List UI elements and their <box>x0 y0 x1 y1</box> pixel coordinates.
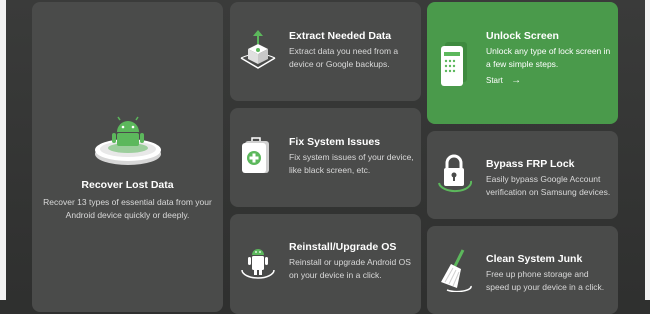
android-reinstall-icon <box>241 249 275 279</box>
arrow-right-icon: → <box>511 75 522 86</box>
app-window: Recover Lost Data Recover 13 types of es… <box>0 0 650 314</box>
padlock-icon <box>438 154 473 193</box>
card-title: Fix System Issues <box>289 136 381 148</box>
card-description: Recover 13 types of essential data from … <box>43 197 212 220</box>
card-description: Fix system issues of your device, like b… <box>289 152 414 175</box>
reinstall-upgrade-os-card[interactable]: Reinstall/Upgrade OS Reinstall or upgrad… <box>230 214 421 314</box>
card-title: Clean System Junk <box>486 253 583 265</box>
first-aid-kit-icon <box>242 137 269 173</box>
card-title: Bypass FRP Lock <box>486 158 575 170</box>
start-label: Start <box>486 76 503 85</box>
broom-icon <box>441 249 472 292</box>
android-on-pedestal-icon <box>95 116 161 165</box>
card-title: Unlock Screen <box>486 30 559 42</box>
card-title: Extract Needed Data <box>289 30 392 42</box>
card-description: Easily bypass Google Account verificatio… <box>486 174 611 197</box>
card-description: Unlock any type of lock screen in a few … <box>486 46 611 69</box>
phone-lock-screen-icon <box>441 42 467 86</box>
card-description: Extract data you need from a device or G… <box>289 46 399 69</box>
extract-needed-data-card[interactable]: Extract Needed Data Extract data you nee… <box>230 2 421 101</box>
start-link[interactable]: Start → <box>486 75 521 86</box>
bypass-frp-lock-card[interactable]: Bypass FRP Lock Easily bypass Google Acc… <box>427 131 618 219</box>
card-description: Reinstall or upgrade Android OS on your … <box>289 257 411 280</box>
data-box-extract-icon <box>240 30 276 69</box>
window-edge-right <box>645 0 650 300</box>
card-title: Recover Lost Data <box>81 179 174 191</box>
recover-lost-data-card[interactable]: Recover Lost Data Recover 13 types of es… <box>32 2 223 312</box>
unlock-screen-card[interactable]: Unlock Screen Unlock any type of lock sc… <box>427 2 618 124</box>
card-description: Free up phone storage and speed up your … <box>486 269 605 292</box>
card-title: Reinstall/Upgrade OS <box>289 241 397 253</box>
window-edge-left <box>0 0 6 300</box>
clean-system-junk-card[interactable]: Clean System Junk Free up phone storage … <box>427 226 618 314</box>
fix-system-issues-card[interactable]: Fix System Issues Fix system issues of y… <box>230 108 421 207</box>
